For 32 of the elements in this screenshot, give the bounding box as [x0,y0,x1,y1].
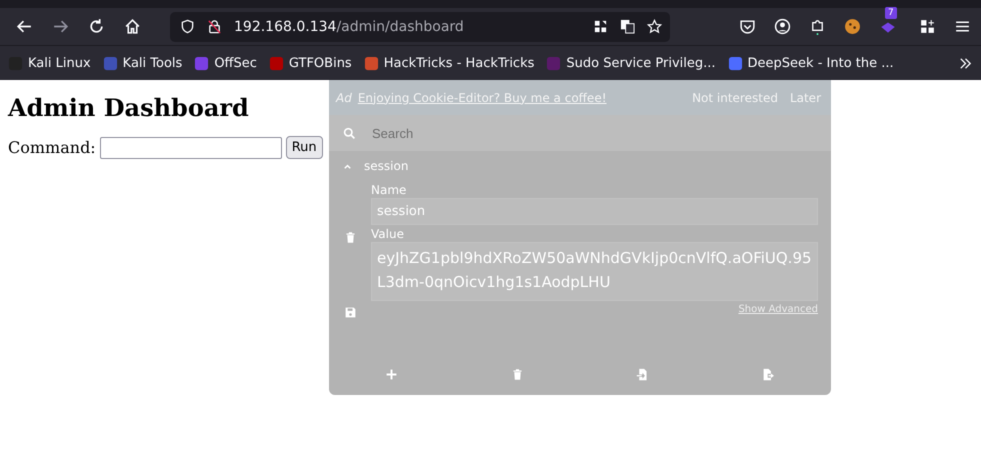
apps-icon[interactable] [919,18,936,35]
back-icon[interactable] [16,18,33,35]
reload-icon[interactable] [88,18,105,35]
page-heading: Admin Dashboard [8,93,249,122]
bookmark[interactable]: Sudo Service Privileg... [546,56,716,70]
bookmark[interactable]: HackTricks - HackTricks [364,56,534,70]
search-field[interactable]: Search [370,124,550,142]
extension-badge: 7 [885,6,897,18]
pocket-icon[interactable] [739,18,756,35]
search-icon [343,126,356,140]
home-icon[interactable] [124,18,141,35]
cookie-name: session [364,159,408,173]
address-bar[interactable]: 192.168.0.134/admin/dashboard [170,12,670,42]
url-text: 192.168.0.134/admin/dashboard [234,18,465,34]
cookie-icon[interactable] [844,18,861,35]
name-label: Name [371,183,408,197]
bookmark[interactable]: OffSec [194,56,257,70]
ad-tag: Ad [336,90,352,104]
command-label: Command: [8,138,96,157]
forward-icon[interactable] [52,18,69,35]
star-icon[interactable] [647,19,662,34]
insecure-lock-icon[interactable] [207,19,222,34]
account-icon[interactable] [774,18,791,35]
bookmark[interactable]: GTFOBins [268,56,352,70]
command-input[interactable] [100,136,282,158]
chevron-icon[interactable] [958,56,973,70]
value-label: Value [371,227,405,241]
run-button[interactable]: Run [286,136,323,159]
shield-icon[interactable] [180,19,195,34]
bookmark[interactable]: DeepSeek - Into the ... [728,56,894,70]
bookmark[interactable]: Kali Tools [102,56,182,70]
bookmark[interactable]: Kali Linux [8,56,91,70]
